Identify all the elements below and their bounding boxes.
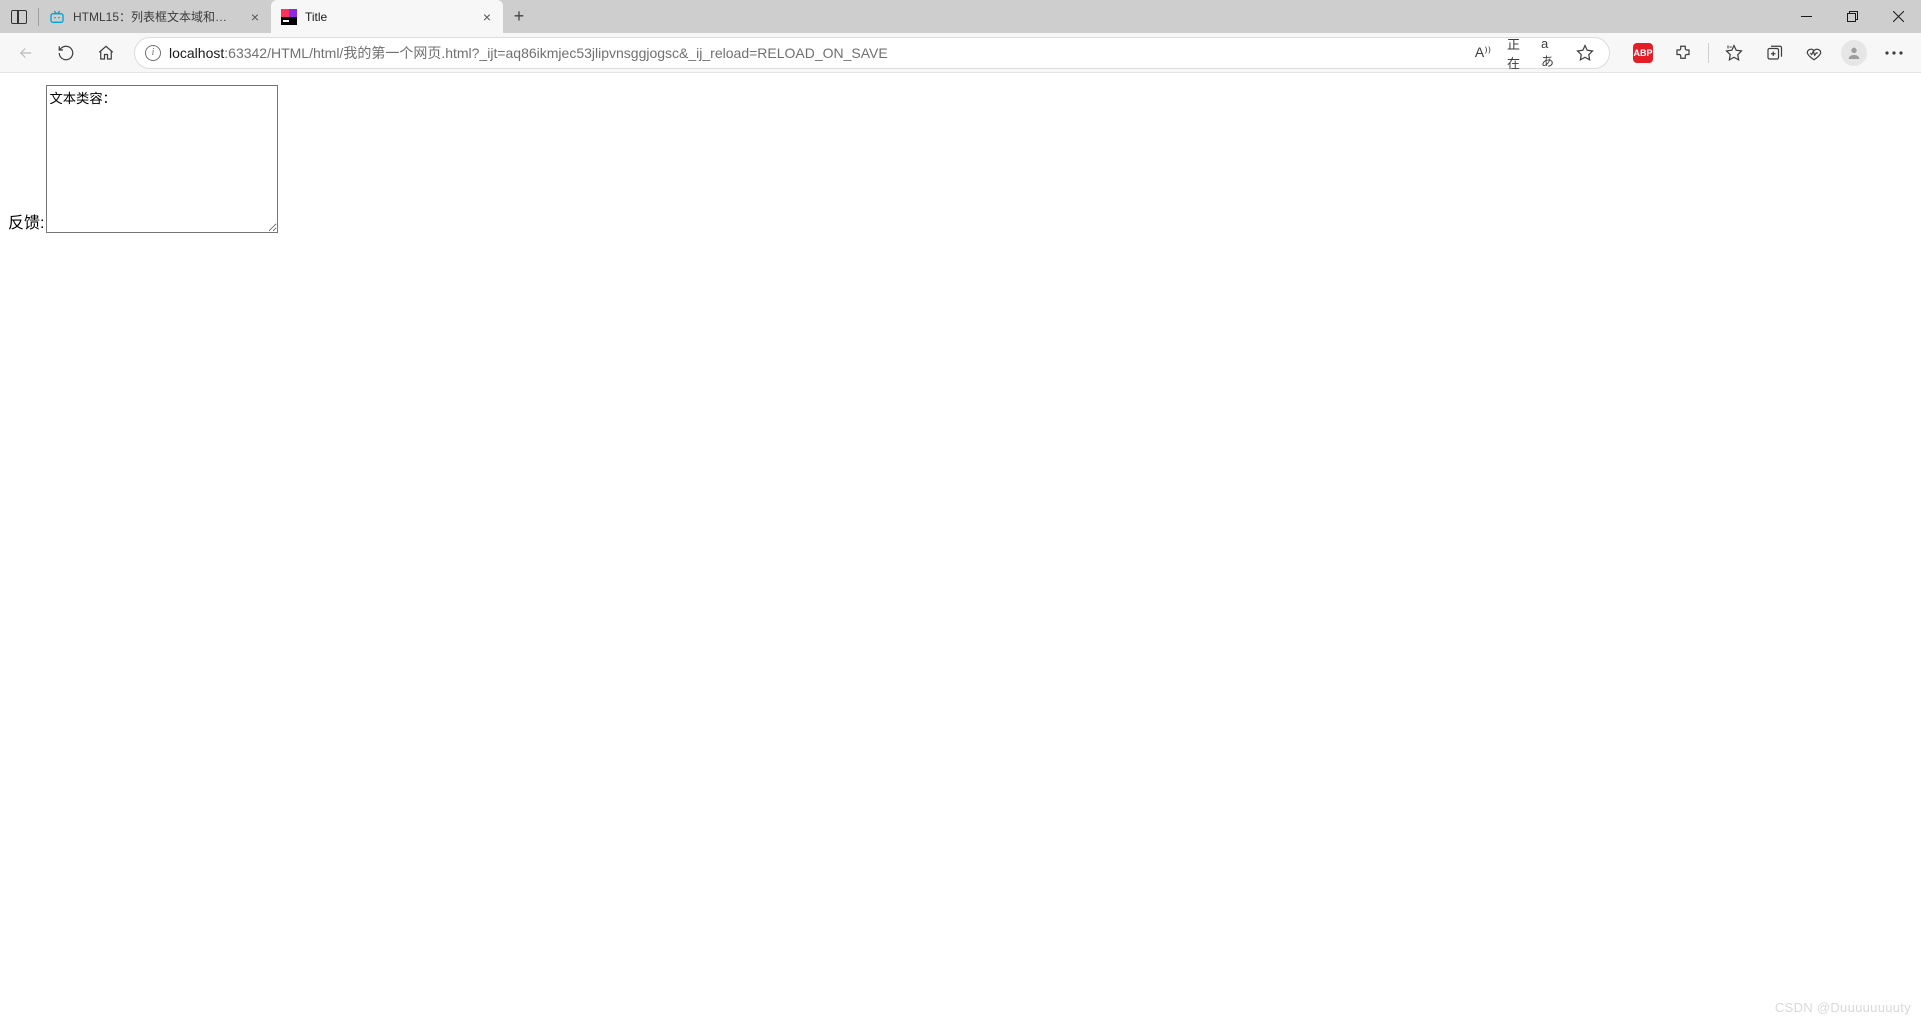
tab-actions-button[interactable] [0, 0, 38, 33]
read-aloud-button[interactable]: A⁾⁾ [1469, 39, 1497, 67]
back-button[interactable] [8, 37, 44, 69]
translate-icon[interactable]: aあ [1537, 39, 1565, 67]
abp-icon: ABP [1633, 43, 1653, 63]
minimize-button[interactable] [1783, 0, 1829, 33]
site-info-icon[interactable]: i [145, 45, 161, 61]
collections-button[interactable] [1755, 37, 1793, 69]
performance-button[interactable] [1795, 37, 1833, 69]
tabs-container: HTML15：列表框文本域和文件域 × Title × + [39, 0, 535, 33]
tab-title: HTML15：列表框文本域和文件域 [73, 8, 239, 25]
tab-1[interactable]: HTML15：列表框文本域和文件域 × [39, 0, 271, 33]
extensions-button[interactable] [1664, 37, 1702, 69]
url-text: localhost:63342/HTML/html/我的第一个网页.html?_… [169, 43, 1461, 63]
window-controls [1783, 0, 1921, 33]
tab-actions-icon [11, 10, 27, 24]
favorite-button[interactable] [1571, 39, 1599, 67]
address-bar[interactable]: i localhost:63342/HTML/html/我的第一个网页.html… [134, 37, 1610, 69]
feedback-textarea[interactable] [46, 85, 278, 233]
titlebar: HTML15：列表框文本域和文件域 × Title × + [0, 0, 1921, 33]
tab-2[interactable]: Title × [271, 0, 503, 33]
close-icon[interactable]: × [479, 9, 495, 25]
bilibili-icon [49, 9, 65, 25]
feedback-row: 反馈: [8, 85, 1913, 233]
watermark: CSDN @Duuuuuuuuty [1775, 1000, 1911, 1015]
favorites-button[interactable] [1715, 37, 1753, 69]
url-host: localhost [169, 45, 224, 61]
refresh-button[interactable] [48, 37, 84, 69]
maximize-button[interactable] [1829, 0, 1875, 33]
new-tab-button[interactable]: + [503, 0, 535, 33]
profile-button[interactable] [1835, 37, 1873, 69]
avatar-icon [1841, 40, 1867, 66]
toolbar-right: ABP [1624, 37, 1913, 69]
translate-status-label[interactable]: 正在 [1503, 39, 1531, 67]
feedback-label: 反馈: [8, 209, 44, 233]
page-content: 反馈: [0, 73, 1921, 245]
address-bar-right: A⁾⁾ 正在 aあ [1469, 39, 1599, 67]
toolbar: i localhost:63342/HTML/html/我的第一个网页.html… [0, 33, 1921, 73]
adblock-button[interactable]: ABP [1624, 37, 1662, 69]
close-window-button[interactable] [1875, 0, 1921, 33]
divider [1708, 43, 1709, 63]
plus-icon: + [514, 6, 525, 27]
home-button[interactable] [88, 37, 124, 69]
close-icon[interactable]: × [247, 9, 263, 25]
more-button[interactable] [1875, 37, 1913, 69]
intellij-icon [281, 9, 297, 25]
tab-title: Title [305, 10, 471, 24]
url-path: :63342/HTML/html/我的第一个网页.html?_ijt=aq86i… [224, 45, 887, 61]
